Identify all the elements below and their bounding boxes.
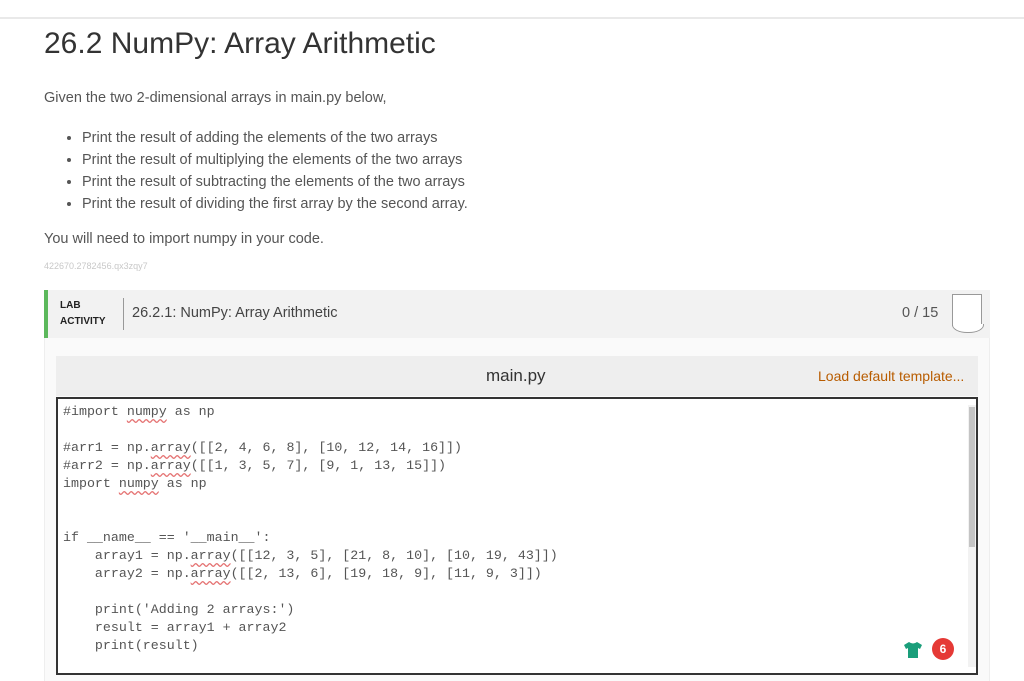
load-default-template-link[interactable]: Load default template... bbox=[818, 368, 964, 384]
file-name: main.py bbox=[486, 366, 546, 385]
top-bar bbox=[0, 0, 1024, 19]
code-token: numpy bbox=[126, 404, 167, 419]
code-token: array bbox=[190, 548, 231, 563]
code-line: #arr2 = np.array([[1, 3, 5, 7], [9, 1, 1… bbox=[63, 457, 558, 475]
code-token: ([[12, 3, 5], [21, 8, 10], [10, 19, 43]]… bbox=[230, 548, 558, 563]
code-token: array bbox=[150, 458, 191, 473]
intro-text: Given the two 2-dimensional arrays in ma… bbox=[44, 90, 387, 106]
code-line: import numpy as np bbox=[63, 475, 558, 493]
code-token: #arr2 = np. bbox=[63, 458, 151, 473]
instruction-list: Print the result of adding the elements … bbox=[66, 127, 468, 215]
activity-hash-id: 422670.2782456.qx3zqy7 bbox=[44, 261, 148, 271]
code-line: array2 = np.array([[2, 13, 6], [19, 18, … bbox=[63, 565, 558, 583]
code-token: #arr1 = np. bbox=[63, 440, 151, 455]
code-token: array bbox=[190, 566, 231, 581]
code-line: result = array1 + array2 bbox=[63, 620, 287, 635]
notification-count-badge[interactable]: 6 bbox=[932, 638, 954, 660]
page-title: 26.2 NumPy: Array Arithmetic bbox=[44, 27, 436, 60]
code-token: array2 = np. bbox=[63, 566, 191, 581]
editor-header: main.py Load default template... bbox=[56, 356, 978, 396]
lab-activity-header: LAB ACTIVITY 26.2.1: NumPy: Array Arithm… bbox=[44, 290, 990, 338]
code-line: array1 = np.array([[12, 3, 5], [21, 8, 1… bbox=[63, 547, 558, 565]
shirt-icon[interactable] bbox=[903, 640, 923, 660]
code-token: array bbox=[150, 440, 191, 455]
code-line: #arr1 = np.array([[2, 4, 6, 8], [10, 12,… bbox=[63, 439, 558, 457]
list-item: Print the result of dividing the first a… bbox=[82, 193, 468, 215]
code-token: ([[2, 13, 6], [19, 18, 9], [11, 9, 3]]) bbox=[230, 566, 542, 581]
lab-tag-line2: ACTIVITY bbox=[60, 316, 106, 327]
divider bbox=[123, 298, 124, 330]
score-badge-icon bbox=[952, 294, 984, 333]
import-note: You will need to import numpy in your co… bbox=[44, 231, 324, 247]
code-line: if __name__ == '__main__': bbox=[63, 530, 271, 545]
code-token: ([[2, 4, 6, 8], [10, 12, 14, 16]]) bbox=[190, 440, 462, 455]
list-item: Print the result of subtracting the elem… bbox=[82, 171, 468, 193]
code-token: as np bbox=[166, 404, 215, 419]
lab-tag-line1: LAB bbox=[60, 300, 81, 311]
code-text[interactable]: #import numpy as np #arr1 = np.array([[2… bbox=[63, 403, 558, 655]
code-token: import bbox=[63, 476, 119, 491]
list-item: Print the result of multiplying the elem… bbox=[82, 149, 468, 171]
list-item: Print the result of adding the elements … bbox=[82, 127, 468, 149]
code-line: #import numpy as np bbox=[63, 403, 558, 421]
lab-activity-tag: LAB ACTIVITY bbox=[60, 298, 106, 330]
code-line: print('Adding 2 arrays:') bbox=[63, 602, 295, 617]
scrollbar-thumb[interactable] bbox=[969, 407, 975, 547]
code-token: #import bbox=[63, 404, 127, 419]
code-token: ([[1, 3, 5, 7], [9, 1, 13, 15]]) bbox=[190, 458, 447, 473]
code-line: print(result) bbox=[63, 638, 199, 653]
lab-title: 26.2.1: NumPy: Array Arithmetic bbox=[132, 305, 338, 321]
editor-scrollbar[interactable] bbox=[968, 405, 976, 667]
code-token: numpy bbox=[118, 476, 159, 491]
code-token: as np bbox=[158, 476, 207, 491]
code-token: array1 = np. bbox=[63, 548, 191, 563]
score-label: 0 / 15 bbox=[902, 305, 939, 321]
code-editor[interactable]: #import numpy as np #arr1 = np.array([[2… bbox=[56, 397, 978, 675]
